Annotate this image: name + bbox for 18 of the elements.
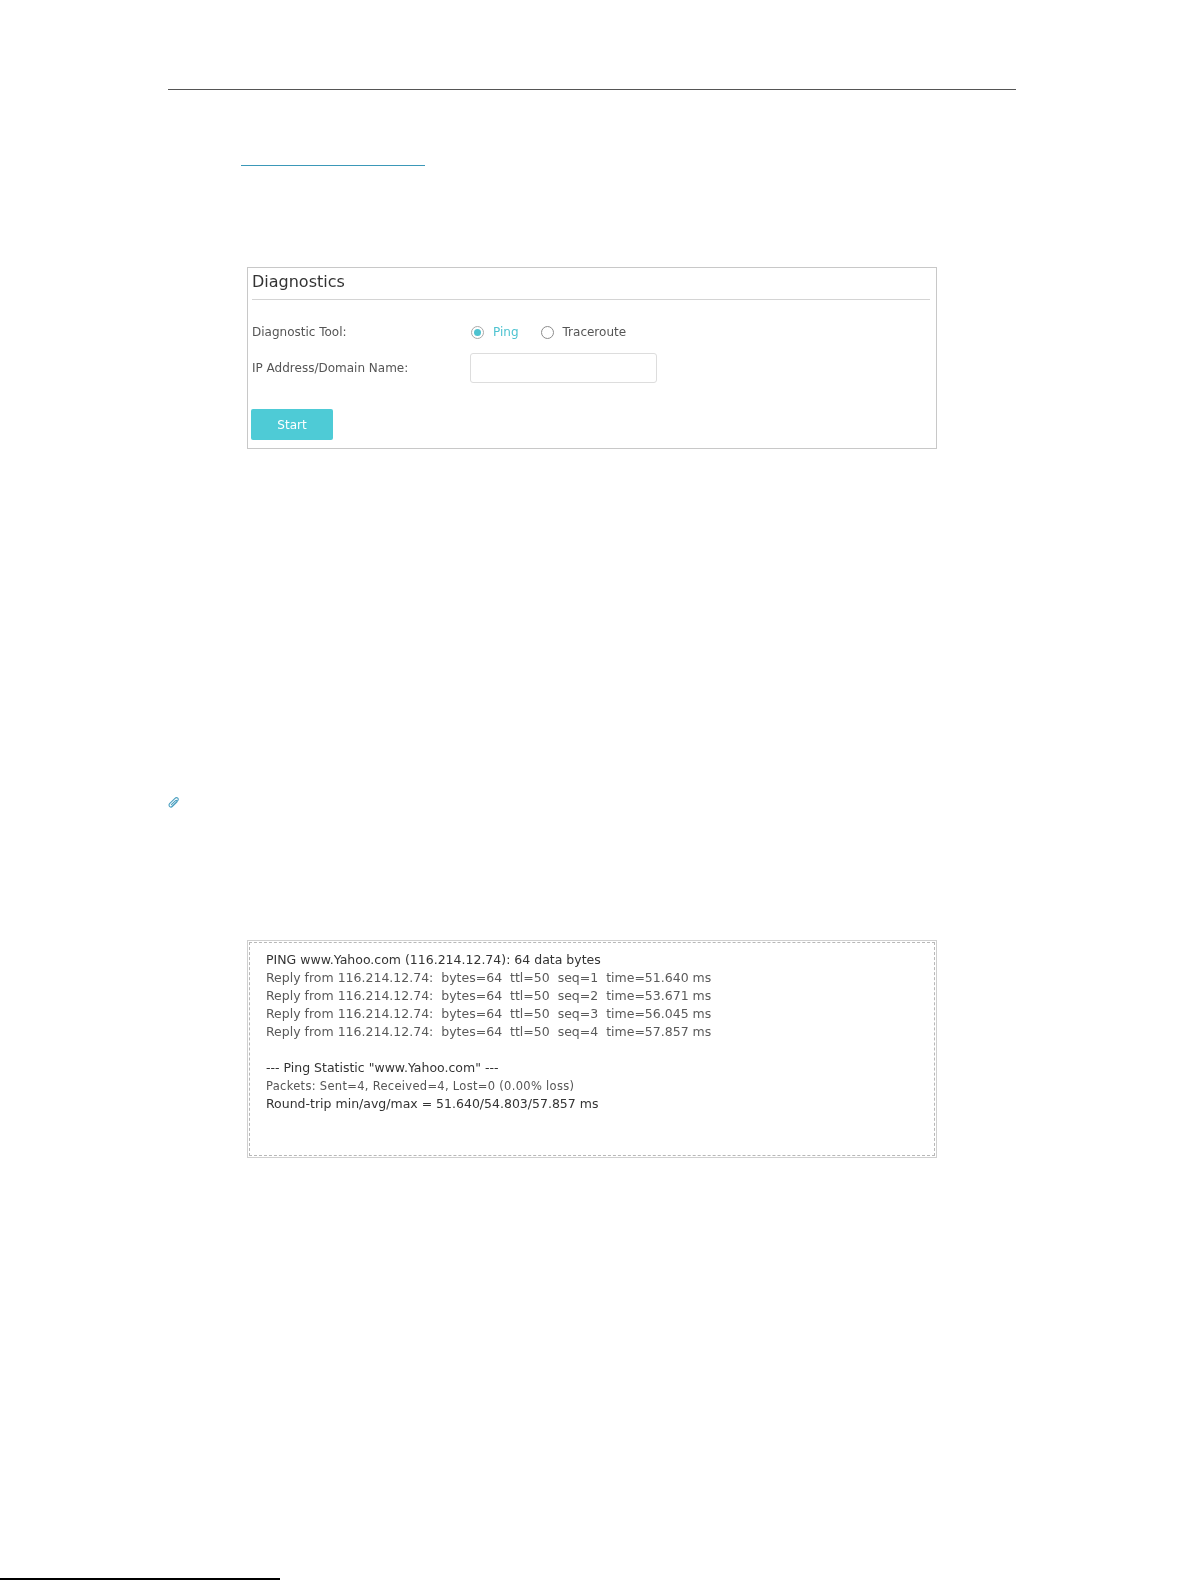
output-line: Reply from 116.214.12.74: bytes=64 ttl=50 seq=3 time=56.045 ms [266,1005,712,1023]
radio-option[interactable]: Traceroute [540,323,627,341]
radio-option[interactable]: Ping [471,323,519,341]
output-line: Round-trip min/avg/max = 51.640/54.803/57.857 ms [266,1095,599,1113]
address-input[interactable] [470,353,657,383]
paperclip-icon [168,797,180,809]
panel-title: Diagnostics [252,271,346,293]
output-line: Packets: Sent=4, Received=4, Lost=0 (0.00% loss) [266,1078,575,1095]
radio-icon[interactable] [540,325,554,339]
output-line: Reply from 116.214.12.74: bytes=64 ttl=50 seq=1 time=51.640 ms [266,969,712,987]
start-button[interactable]: Start [251,409,333,440]
output-line: Reply from 116.214.12.74: bytes=64 ttl=50 seq=4 time=57.857 ms [266,1023,712,1041]
output-line: Reply from 116.214.12.74: bytes=64 ttl=50 seq=2 time=53.671 ms [266,987,712,1005]
field-label: Diagnostic Tool: [252,324,348,341]
output-line: --- Ping Statistic "www.Yahoo.com" --- [266,1059,499,1077]
field-label: IP Address/Domain Name: [252,360,410,377]
radio-selected-icon[interactable] [471,325,484,339]
output-line: PING www.Yahoo.com (116.214.12.74): 64 data bytes [266,951,601,969]
